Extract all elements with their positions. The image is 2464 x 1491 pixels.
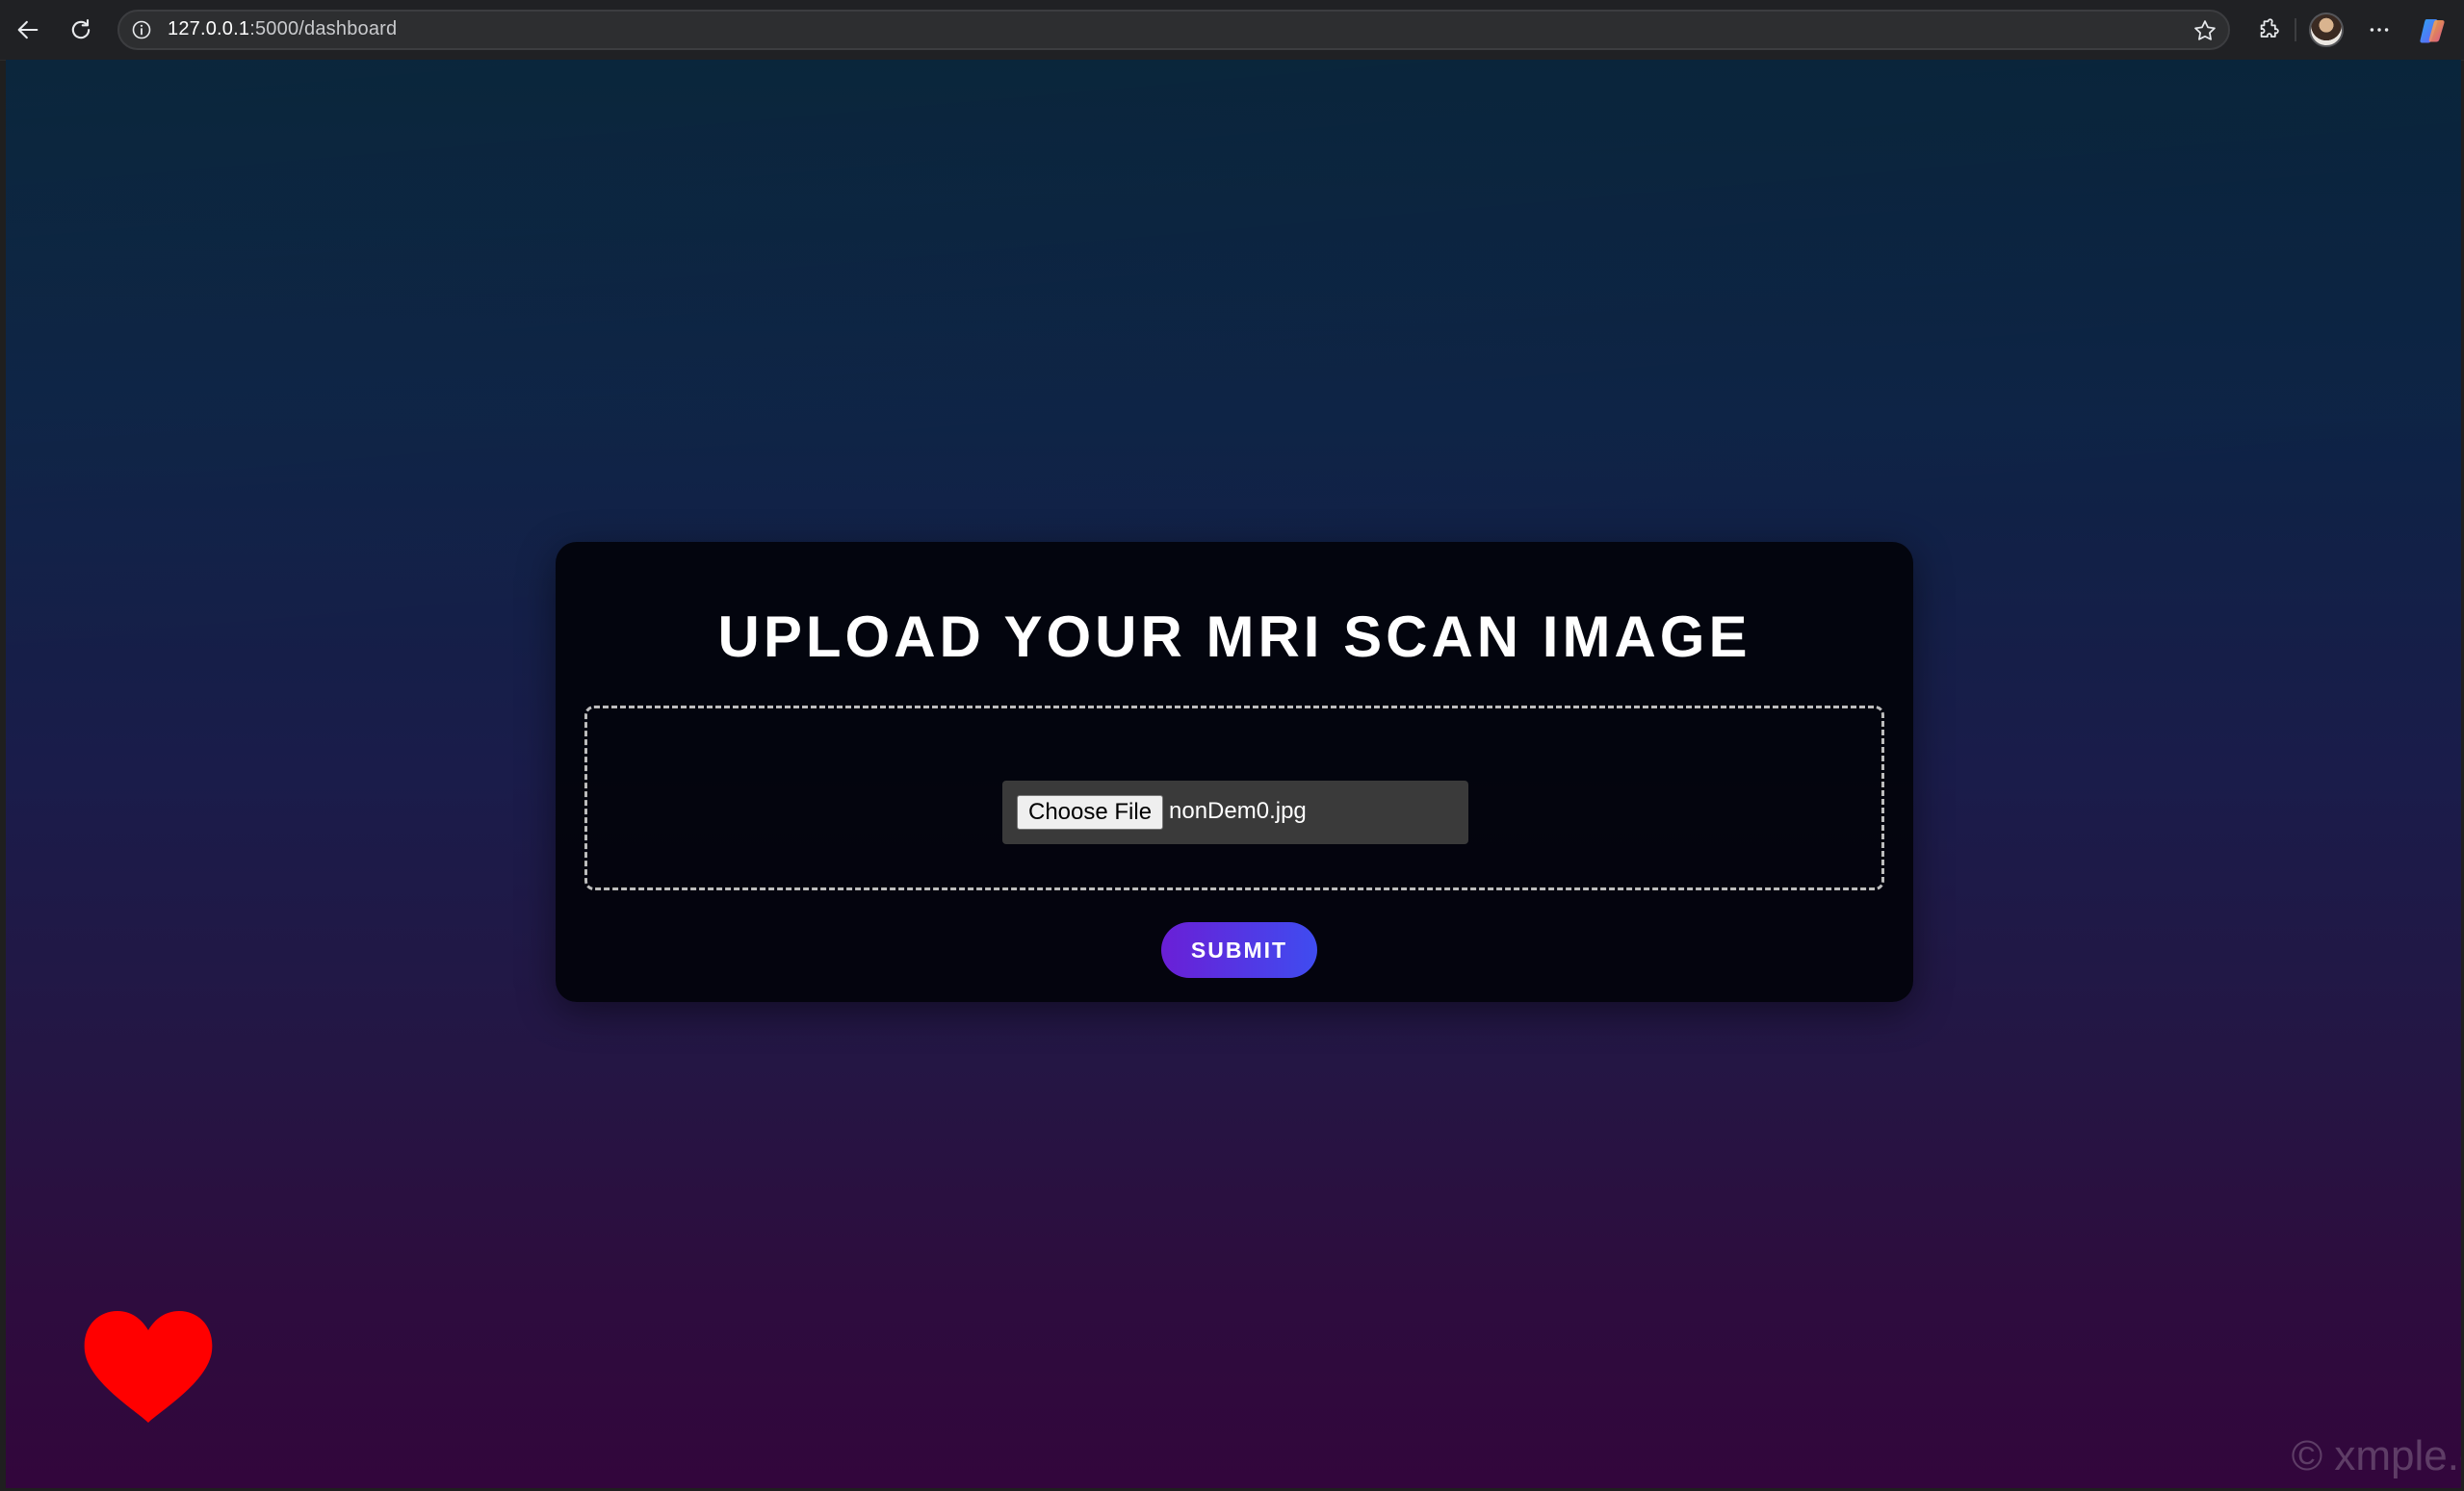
page-viewport: UPLOAD YOUR MRI SCAN IMAGE Choose File n…	[6, 60, 2461, 1488]
more-menu-button[interactable]	[2363, 13, 2396, 46]
reload-button[interactable]	[64, 13, 98, 47]
page-title: UPLOAD YOUR MRI SCAN IMAGE	[717, 604, 1751, 669]
upload-card: UPLOAD YOUR MRI SCAN IMAGE Choose File n…	[556, 542, 1913, 1002]
url-host: 127.0.0.1	[168, 18, 250, 39]
submit-button[interactable]: SUBMIT	[1161, 922, 1317, 978]
choose-file-button[interactable]: Choose File	[1017, 795, 1164, 830]
info-icon[interactable]	[130, 18, 153, 41]
browser-toolbar: 127.0.0.1:5000/dashboard	[0, 0, 2464, 61]
file-input[interactable]: Choose File nonDem0.jpg	[1002, 781, 1468, 844]
back-arrow-icon	[17, 20, 39, 39]
address-bar[interactable]: 127.0.0.1:5000/dashboard	[117, 10, 2230, 50]
extensions-icon	[2260, 18, 2279, 38]
back-button[interactable]	[11, 13, 45, 47]
upload-drop-zone[interactable]: Choose File nonDem0.jpg	[584, 706, 1884, 890]
copilot-icon[interactable]	[2417, 15, 2448, 46]
selected-file-name: nonDem0.jpg	[1169, 798, 1307, 824]
star-icon[interactable]	[2192, 17, 2218, 44]
reload-icon	[71, 19, 91, 39]
toolbar-divider	[2295, 18, 2296, 41]
heart-icon	[84, 1311, 213, 1423]
url-text[interactable]: 127.0.0.1:5000/dashboard	[168, 18, 397, 40]
extensions-button[interactable]	[2251, 13, 2284, 46]
url-path: :5000/dashboard	[249, 18, 398, 39]
watermark: © xmple.c	[2291, 1432, 2461, 1479]
avatar[interactable]	[2309, 13, 2344, 47]
more-menu-icon	[2370, 28, 2389, 32]
